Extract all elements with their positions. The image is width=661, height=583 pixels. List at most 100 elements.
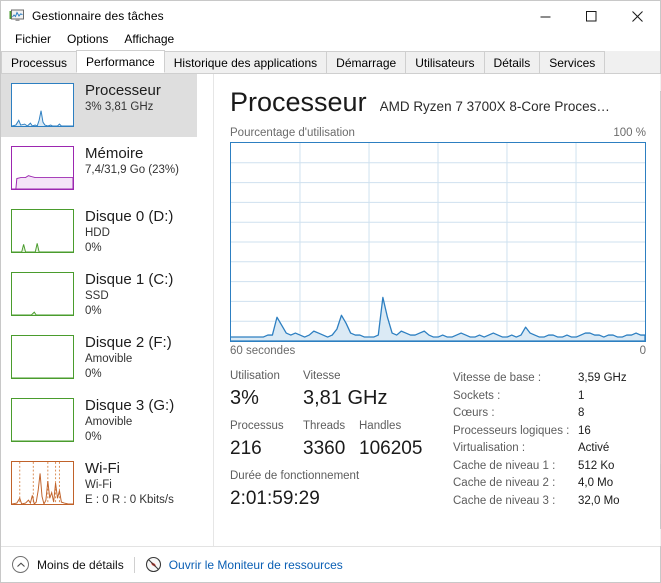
spec-key: Cache de niveau 1 : [453,459,556,472]
sidebar-item-title: Disque 2 (F:) [85,334,172,351]
open-resource-monitor-link[interactable]: Ouvrir le Moniteur de ressources [169,558,343,572]
window-title: Gestionnaire des tâches [32,9,164,23]
minimize-button[interactable] [522,1,568,31]
task-manager-window: Gestionnaire des tâches Fichier Options … [0,0,661,583]
tab-processus[interactable]: Processus [1,51,78,73]
tab-historique-applications[interactable]: Historique des applications [163,51,328,73]
cpu-model-label: AMD Ryzen 7 3700X 8-Core Proces… [379,99,610,114]
spec-value: 4,0 Mo [578,477,614,489]
disk2-mini-graph-icon [11,335,74,379]
stats-primary: Utilisation Vitesse 3% 3,81 GHz Processu… [230,368,445,518]
performance-detail-pane: Processeur AMD Ryzen 7 3700X 8-Core Proc… [214,74,660,546]
menu-affichage[interactable]: Affichage [117,30,181,48]
graph-max-label: 100 % [613,127,646,139]
spec-row: Processeurs logiques : 16 [453,423,646,441]
spec-key: Vitesse de base : [453,372,542,384]
spec-value: 8 [578,407,585,419]
handles-label: Handles [359,420,402,432]
menu-bar: Fichier Options Affichage [1,28,660,50]
uptime-label: Durée de fonctionnement [230,470,360,482]
wifi-mini-graph-icon [11,461,74,505]
graph-time-right-label: 0 [639,345,646,357]
tab-utilisateurs[interactable]: Utilisateurs [405,51,485,73]
disk1-mini-graph-icon [11,272,74,316]
spec-row: Vitesse de base : 3,59 GHz [453,370,646,388]
page-title: Processeur [230,87,367,117]
disk0-mini-graph-icon [11,209,74,253]
sidebar-item-sub1: 7,4/31,9 Go (23%) [85,164,179,176]
title-bar: Gestionnaire des tâches [1,1,660,31]
spec-row: Cache de niveau 1 : 512 Ko [453,458,646,476]
cpu-usage-graph [230,142,646,342]
memory-mini-graph-icon [11,146,74,190]
sidebar-item-disque-3[interactable]: Disque 3 (G:) Amovible 0% [1,389,197,452]
utilisation-label: Utilisation [230,370,280,382]
vitesse-label: Vitesse [303,370,341,382]
spec-value: 1 [578,389,585,402]
spec-value: 16 [578,424,591,437]
spec-row: Cache de niveau 3 : 32,0 Mo [453,493,646,511]
sidebar-item-disque-1[interactable]: Disque 1 (C:) SSD 0% [1,263,197,326]
task-manager-icon [9,8,25,24]
utilisation-value: 3% [230,387,259,409]
sidebar-item-sub1: Amovible [85,416,133,428]
maximize-button[interactable] [568,1,614,31]
resource-list: Processeur 3% 3,81 GHz Mémoire 7,4/31,9 … [1,74,197,546]
cpu-specs: Vitesse de base : 3,59 GHz Sockets : 1 C… [445,368,646,518]
tab-details[interactable]: Détails [483,51,541,73]
spec-key: Cache de niveau 2 : [453,477,556,489]
resource-monitor-icon [145,556,162,573]
sidebar-item-sub1: 3% 3,81 GHz [85,101,154,113]
sidebar-item-sub1: HDD [85,227,110,239]
tab-demarrage[interactable]: Démarrage [326,51,407,73]
sidebar-item-sub2: 0% [85,431,102,443]
sidebar-item-title: Disque 1 (C:) [85,271,174,288]
graph-title-label: Pourcentage d'utilisation [230,127,355,139]
spec-value: 32,0 Mo [578,494,620,507]
processus-label: Processus [230,420,284,432]
tab-services[interactable]: Services [539,51,606,73]
sidebar-item-disque-0[interactable]: Disque 0 (D:) HDD 0% [1,200,197,263]
chevron-up-icon[interactable] [12,556,29,573]
spec-key: Processeurs logiques : [453,424,570,437]
sidebar-item-sub1: Wi-Fi [85,479,112,491]
sidebar-item-disque-2[interactable]: Disque 2 (F:) Amovible 0% [1,326,197,389]
tab-performance[interactable]: Performance [76,50,165,73]
spec-key: Sockets : [453,389,501,402]
menu-fichier[interactable]: Fichier [8,30,58,48]
uptime-value: 2:01:59:29 [230,488,320,509]
stats-area: Utilisation Vitesse 3% 3,81 GHz Processu… [230,368,646,518]
processus-value: 216 [230,438,262,459]
sidebar-item-title: Disque 0 (D:) [85,208,174,225]
window-controls [522,1,660,31]
tab-strip: Processus Performance Historique des app… [1,50,660,74]
sidebar-item-sub2: 0% [85,305,102,317]
sidebar-item-title: Mémoire [85,145,144,162]
spec-value: 512 Ko [578,459,615,472]
spec-key: Virtualisation : [453,442,526,454]
sidebar-item-sub2: E : 0 R : 0 Kbits/s [85,494,174,506]
graph-axis-top: Pourcentage d'utilisation 100 % [230,127,646,139]
spec-value: Activé [578,442,610,454]
sidebar-item-memoire[interactable]: Mémoire 7,4/31,9 Go (23%) [1,137,197,200]
sidebar-item-wifi[interactable]: Wi-Fi Wi-Fi E : 0 R : 0 Kbits/s [1,452,197,515]
spec-key: Cœurs : [453,407,495,419]
menu-options[interactable]: Options [60,30,115,48]
sidebar-item-sub2: 0% [85,242,102,254]
less-details-button[interactable]: Moins de détails [37,558,124,572]
status-divider [133,556,135,573]
spec-key: Cache de niveau 3 : [453,494,556,507]
sidebar-item-processeur[interactable]: Processeur 3% 3,81 GHz [1,74,197,137]
close-button[interactable] [614,1,660,31]
sidebar-item-title: Disque 3 (G:) [85,397,175,414]
spec-row: Sockets : 1 [453,388,646,406]
sidebar-item-sub2: 0% [85,368,102,380]
handles-value: 106205 [359,438,423,459]
sidebar-item-title: Wi-Fi [85,460,120,477]
vitesse-value: 3,81 GHz [303,387,388,409]
disk3-mini-graph-icon [11,398,74,442]
status-bar: Moins de détails Ouvrir le Moniteur de r… [1,546,660,582]
graph-axis-bottom: 60 secondes 0 [230,345,646,357]
sidebar-item-sub1: Amovible [85,353,133,365]
sidebar-item-title: Processeur [85,82,161,99]
